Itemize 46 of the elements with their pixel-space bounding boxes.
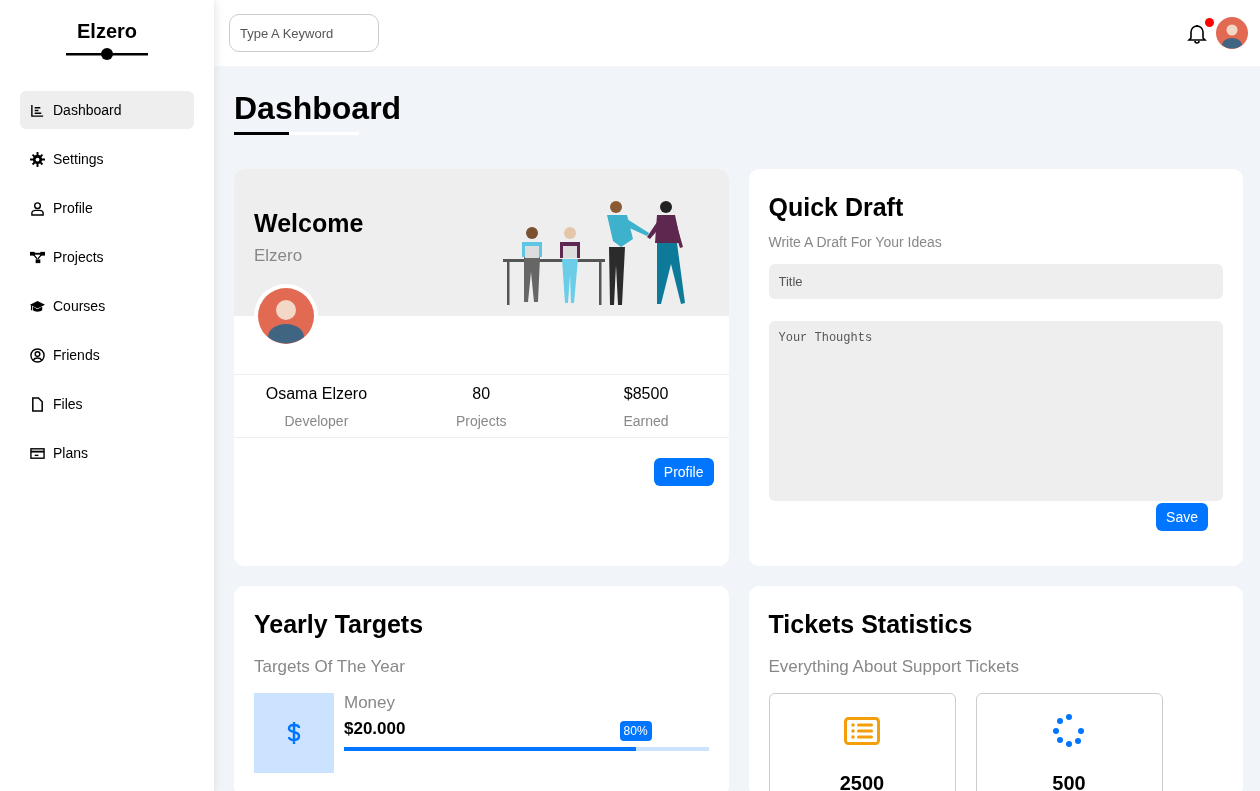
avatar[interactable]: [1216, 17, 1248, 49]
card-subtitle: Write A Draft For Your Ideas: [768, 233, 943, 250]
thoughts-field[interactable]: Your Thoughts: [768, 320, 1223, 501]
card-subtitle: Targets Of The Year: [254, 656, 406, 677]
brand-underline-icon: [66, 47, 148, 61]
stat-label: Projects: [455, 412, 507, 429]
stat-value: $8500: [623, 384, 669, 403]
welcome-title: Welcome: [254, 208, 364, 238]
file-icon: [30, 396, 45, 412]
network-icon: [30, 249, 45, 265]
sidebar-item[interactable]: Files: [20, 385, 194, 423]
graduation-cap-icon: [30, 298, 45, 314]
card-subtitle: Everything About Support Tickets: [768, 656, 1020, 677]
gear-icon: [30, 151, 45, 167]
welcome-subtitle: Elzero: [254, 245, 304, 266]
page-title: Dashboard: [234, 89, 402, 128]
dollar-icon: [287, 721, 301, 744]
stat-value: 80: [472, 384, 491, 403]
target-label: Money: [344, 692, 396, 713]
card-title: Yearly Targets: [254, 609, 425, 639]
card-title: Tickets Statistics: [768, 609, 974, 639]
sidebar-item[interactable]: Settings: [20, 140, 194, 178]
progress-tooltip: 80%: [619, 720, 652, 741]
stat-label: Earned: [623, 412, 669, 429]
ticket-count: 2500: [839, 771, 885, 791]
sidebar-item[interactable]: Dashboard: [20, 91, 194, 129]
card-title: Quick Draft: [768, 192, 905, 222]
credit-card-icon: [30, 445, 45, 461]
title-field[interactable]: Title: [768, 263, 1223, 299]
profile-button[interactable]: Profile: [653, 457, 714, 486]
chart-icon: [30, 102, 45, 118]
stat-value: Osama Elzero: [265, 384, 368, 403]
user-circle-icon: [30, 347, 45, 363]
sidebar-item[interactable]: Profile: [20, 189, 194, 227]
sidebar-item[interactable]: Courses: [20, 287, 194, 325]
brand-title: Elzero: [77, 20, 137, 43]
sidebar-item[interactable]: Projects: [20, 238, 194, 276]
stat-label: Developer: [284, 412, 349, 429]
ticket-count: 500: [1052, 771, 1086, 791]
save-button[interactable]: Save: [1156, 502, 1208, 531]
target-value: $20.000: [344, 718, 406, 739]
user-icon: [30, 200, 45, 216]
sidebar-item[interactable]: Friends: [20, 336, 194, 374]
sidebar-item[interactable]: Plans: [20, 434, 194, 472]
notification-bell-icon[interactable]: [1186, 22, 1208, 44]
search-field[interactable]: Type A Keyword: [229, 14, 379, 52]
